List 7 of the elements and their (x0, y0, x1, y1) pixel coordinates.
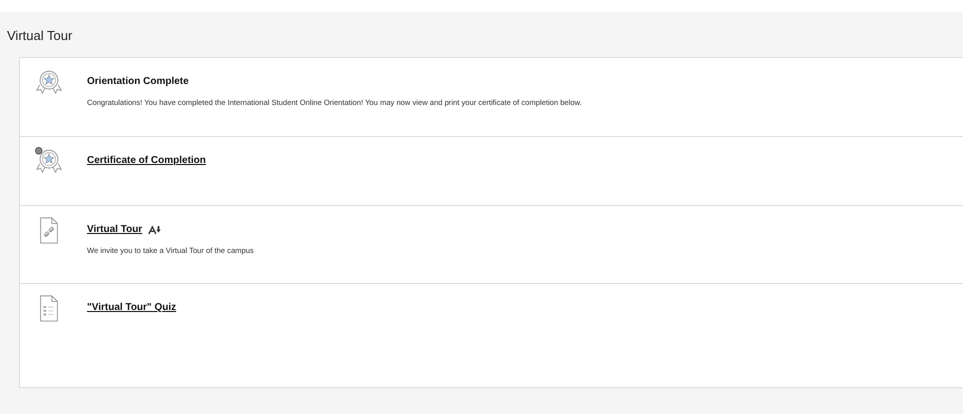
award-ribbon-icon (34, 68, 64, 96)
item-title: Orientation Complete (87, 76, 189, 87)
award-ribbon-icon (34, 147, 64, 175)
item-link[interactable]: Virtual Tour (87, 224, 142, 235)
item-link[interactable]: Certificate of Completion (87, 155, 206, 166)
page-title: Virtual Tour (7, 27, 72, 45)
item-link[interactable]: "Virtual Tour" Quiz (87, 302, 176, 313)
